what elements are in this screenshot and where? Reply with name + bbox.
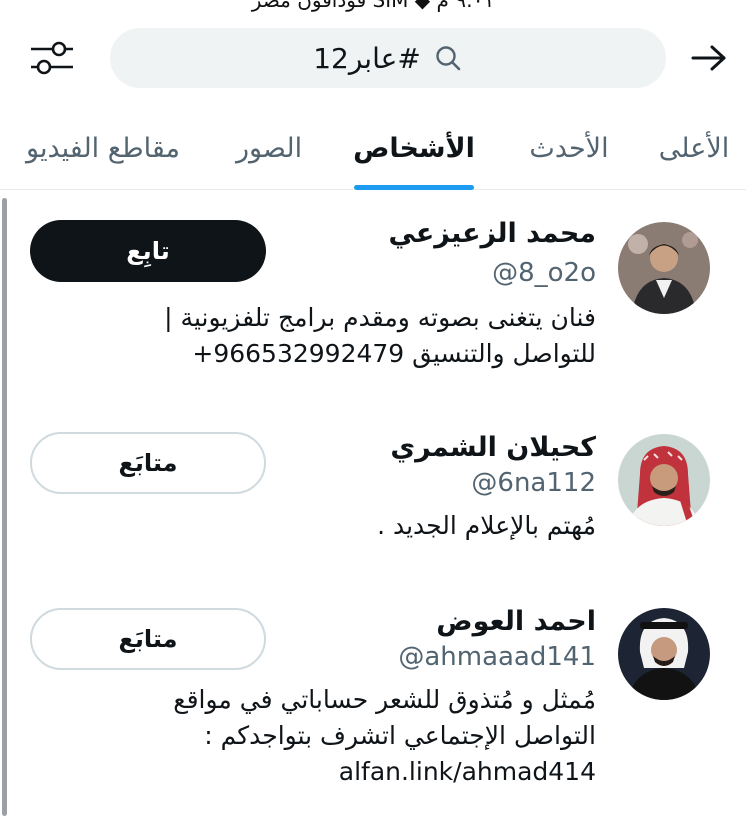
search-input[interactable]: #عابر12 [110, 28, 666, 88]
avatar[interactable] [618, 222, 710, 314]
following-button[interactable]: متابَع [30, 608, 266, 670]
search-tabs: الأعلى الأحدث الأشخاص الصور مقاطع الفيدي… [0, 106, 746, 190]
tab-videos-label: مقاطع الفيديو [26, 132, 180, 164]
user-bio: فنان يتغنى بصوته ومقدم برامج تلفزيونية |… [96, 300, 596, 372]
active-tab-indicator [354, 185, 474, 190]
tab-photos-label: الصور [235, 132, 303, 164]
bio-line: مُهتم بالإعلام الجديد . [377, 511, 596, 540]
tab-top[interactable]: الأعلى [652, 106, 736, 190]
avatar[interactable] [618, 434, 710, 526]
user-bio: مُمثل و مُتذوق للشعر حساباتي في مواقع ال… [96, 682, 596, 790]
search-filter-button[interactable] [24, 38, 80, 82]
tab-latest-label: الأحدث [529, 132, 609, 164]
top-bar: #عابر12 [0, 14, 746, 106]
scrollbar[interactable] [2, 198, 7, 816]
tab-people-label: الأشخاص [353, 132, 475, 164]
user-bio: مُهتم بالإعلام الجديد . [96, 508, 596, 544]
tab-people[interactable]: الأشخاص [353, 106, 475, 190]
tab-photos[interactable]: الصور [224, 106, 314, 190]
user-handle: @6na112 [471, 468, 596, 498]
user-handle: @8_o2o [492, 258, 596, 288]
user-display-name: محمد الزعيزعي [388, 218, 596, 249]
status-bar-text: فودافون مصر SIM ◆ ‏٩:٠١ م [251, 0, 495, 12]
follow-button[interactable]: تابِع [30, 220, 266, 282]
user-handle: @ahmaaad141 [398, 642, 596, 672]
user-display-name: احمد العوض [436, 606, 596, 637]
avatar[interactable] [618, 608, 710, 700]
search-icon [433, 43, 463, 73]
bio-link[interactable]: alfan.link/ahmad414 [96, 754, 596, 790]
search-query: #عابر12 [313, 41, 421, 75]
sliders-icon [29, 38, 75, 82]
tab-latest[interactable]: الأحدث [520, 106, 618, 190]
tab-videos[interactable]: مقاطع الفيديو [8, 106, 198, 190]
status-bar: فودافون مصر SIM ◆ ‏٩:٠١ م [0, 0, 746, 14]
bio-line: مُمثل و مُتذوق للشعر حساباتي في مواقع [173, 685, 596, 714]
bio-line: للتواصل والتنسيق 966532992479+ [192, 339, 596, 368]
following-button[interactable]: متابَع [30, 432, 266, 494]
bio-line: فنان يتغنى بصوته ومقدم برامج تلفزيونية | [164, 303, 596, 332]
tab-top-label: الأعلى [658, 132, 730, 164]
back-button[interactable] [684, 38, 734, 82]
user-display-name: كحيلان الشمري [390, 432, 596, 463]
bio-line: التواصل الإجتماعي اتشرف بتواجدكم : [204, 721, 596, 750]
arrow-right-icon [690, 43, 728, 77]
